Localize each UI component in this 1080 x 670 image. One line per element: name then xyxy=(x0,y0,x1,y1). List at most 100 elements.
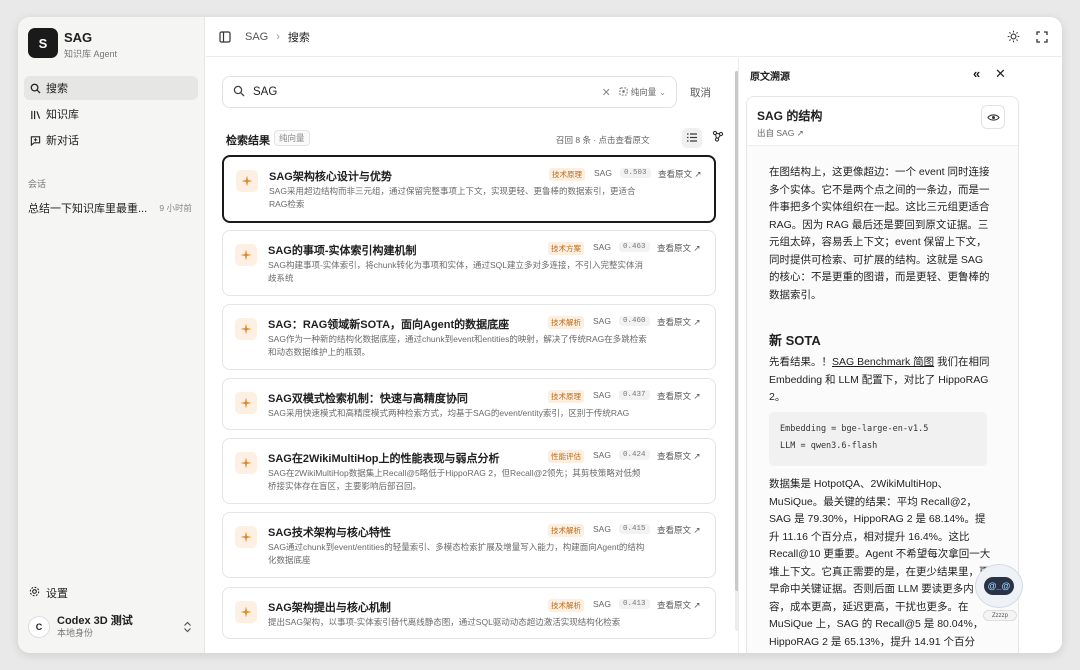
sidebar-item-library[interactable]: 知识库 xyxy=(24,102,198,126)
result-score: 0.463 xyxy=(619,242,650,252)
list-view-button[interactable] xyxy=(682,128,702,148)
source-origin-link[interactable]: 出自 SAG ↗ xyxy=(757,127,804,139)
result-card-selected[interactable]: SAG架构核心设计与优势 SAG采用超边结构而非三元组，通过保留完整事项上下文，… xyxy=(222,155,716,223)
user-role: 本地身份 xyxy=(57,628,94,638)
result-desc: SAG通过chunk到event/entities的轻量索引、多模态检索扩展及增… xyxy=(268,542,645,565)
breadcrumb-root[interactable]: SAG xyxy=(245,31,268,43)
sidebar-item-new-chat[interactable]: 新对话 xyxy=(24,128,198,152)
result-desc: SAG在2WikiMultiHop数据集上Recall@5略低于HippoRAG… xyxy=(268,468,641,491)
result-source: SAG xyxy=(594,168,612,178)
settings-label: 设置 xyxy=(46,588,68,600)
conversation-item[interactable]: 总结一下知识库里最重... 9 小时前 xyxy=(24,197,198,219)
result-score: 0.413 xyxy=(619,599,650,609)
result-card[interactable]: SAG在2WikiMultiHop上的性能表现与弱点分析 SAG在2WikiMu… xyxy=(222,438,716,504)
result-desc: SAG作为一种新的结构化数据底座，通过chunk到event和entities的… xyxy=(268,334,647,357)
close-icon[interactable]: ✕ xyxy=(995,66,1006,82)
mascot-face: @_@ xyxy=(984,577,1014,595)
gear-icon xyxy=(29,586,40,600)
result-score: 0.503 xyxy=(620,168,651,178)
benchmark-link[interactable]: SAG Benchmark 简图 xyxy=(832,356,934,368)
app-window: S SAG 知识库 Agent 搜索 知识库 新对话 会话 总结一下知识库里最重… xyxy=(18,17,1062,653)
result-source: SAG xyxy=(593,316,611,326)
user-profile[interactable]: C Codex 3D 测试 本地身份 xyxy=(24,612,198,642)
source-paragraph: 数据集是 HotpotQA、2WikiMultiHop、MuSiQue。最关键的… xyxy=(769,478,991,648)
user-name: Codex 3D 测试 xyxy=(57,615,133,627)
cancel-button[interactable]: 取消 xyxy=(690,85,711,100)
result-score: 0.460 xyxy=(619,316,650,326)
code-block: Embedding = bge-large-en-v1.5 LLM = qwen… xyxy=(769,412,987,466)
result-score: 0.415 xyxy=(619,524,650,534)
assistant-mascot[interactable]: @_@ Zzzzp xyxy=(973,562,1025,630)
top-bar: SAG › 搜索 xyxy=(206,17,1062,57)
sidebar-item-label: 新对话 xyxy=(46,135,79,147)
result-source: SAG xyxy=(593,599,611,609)
result-title: SAG架构核心设计与优势 xyxy=(269,171,392,183)
search-input[interactable]: SAG xyxy=(253,86,602,98)
result-card[interactable]: SAG技术架构与核心特性 SAG通过chunk到event/entities的轻… xyxy=(222,512,716,578)
result-source: SAG xyxy=(593,242,611,252)
chevron-down-icon: ⌄ xyxy=(659,87,666,97)
theme-toggle-icon[interactable] xyxy=(1007,30,1020,48)
result-tag-badge: 性能评估 xyxy=(548,450,584,463)
view-original-link[interactable]: 查看原文 ↗ xyxy=(657,390,700,402)
view-original-link[interactable]: 查看原文 ↗ xyxy=(657,316,700,328)
app-logo: S xyxy=(28,28,58,58)
result-title: SAG：RAG领域新SOTA，面向Agent的数据底座 xyxy=(268,319,510,331)
settings-button[interactable]: 设置 xyxy=(24,582,68,604)
result-desc: 提出SAG架构，以事项-实体索引替代离线静态图，通过SQL驱动动态超边激活实现结… xyxy=(268,617,621,627)
sparkle-icon xyxy=(236,170,258,192)
conversation-time: 9 小时前 xyxy=(159,203,192,213)
list-icon xyxy=(687,129,697,147)
search-box[interactable]: SAG ✕ 纯向量 ⌄ xyxy=(222,76,677,108)
result-card[interactable]: SAG架构提出与核心机制 提出SAG架构，以事项-实体索引替代离线静态图，通过S… xyxy=(222,587,716,639)
fullscreen-icon[interactable] xyxy=(1036,30,1048,48)
result-title: SAG的事项-实体索引构建机制 xyxy=(268,245,417,257)
avatar: C xyxy=(28,616,50,638)
result-tag-badge: 技术解析 xyxy=(548,524,584,537)
code-line: LLM = qwen3.6-flash xyxy=(780,441,878,451)
result-card[interactable]: SAG双模式检索机制：快速与高精度协同 SAG采用快速模式和高精度模式两种检索方… xyxy=(222,378,716,430)
result-source: SAG xyxy=(593,524,611,534)
collapse-icon[interactable]: « xyxy=(973,66,980,81)
view-original-link[interactable]: 查看原文 ↗ xyxy=(657,450,700,462)
sparkle-icon xyxy=(235,318,257,340)
sidebar-toggle-icon[interactable] xyxy=(219,30,231,43)
search-icon xyxy=(233,85,245,100)
search-mode-label: 纯向量 xyxy=(630,87,657,97)
conversations-section-label: 会话 xyxy=(28,179,47,189)
eye-icon[interactable] xyxy=(981,105,1005,129)
result-tag-badge: 技术原理 xyxy=(548,390,584,403)
result-desc: SAG采用快速模式和高精度模式两种检索方式，均基于SAG的event/entit… xyxy=(268,408,630,418)
graph-icon xyxy=(712,129,724,147)
sparkle-icon xyxy=(235,601,257,623)
sidebar-item-label: 知识库 xyxy=(46,109,79,121)
search-mode-select[interactable]: 纯向量 ⌄ xyxy=(619,86,666,98)
conversation-title: 总结一下知识库里最重... xyxy=(28,203,148,215)
source-title: SAG 的结构 xyxy=(757,109,823,123)
view-original-link[interactable]: 查看原文 ↗ xyxy=(657,599,700,611)
result-title: SAG双模式检索机制：快速与高精度协同 xyxy=(268,393,468,405)
results-mode-tag: 纯向量 xyxy=(274,130,310,146)
result-desc: SAG采用超边结构而非三元组，通过保留完整事项上下文，实现更轻、更鲁棒的数据索引… xyxy=(269,186,636,209)
sidebar-item-search[interactable]: 搜索 xyxy=(24,76,198,100)
sparkle-icon xyxy=(235,526,257,548)
result-title: SAG在2WikiMultiHop上的性能表现与弱点分析 xyxy=(268,453,500,465)
view-original-link[interactable]: 查看原文 ↗ xyxy=(657,524,700,536)
result-card[interactable]: SAG：RAG领域新SOTA，面向Agent的数据底座 SAG作为一种新的结构化… xyxy=(222,304,716,370)
source-paragraph: 先看结果。！SAG Benchmark 简图 我们在相同 Embedding 和… xyxy=(769,354,991,407)
result-tag-badge: 技术原理 xyxy=(549,168,585,181)
app-name: SAG xyxy=(64,30,93,45)
view-original-link[interactable]: 查看原文 ↗ xyxy=(658,168,701,180)
source-heading: 新 SOTA xyxy=(769,333,821,348)
graph-view-button[interactable] xyxy=(708,128,728,148)
clear-icon[interactable]: ✕ xyxy=(602,86,611,99)
code-line: Embedding = bge-large-en-v1.5 xyxy=(780,424,929,434)
result-score: 0.437 xyxy=(619,390,650,400)
para-prefix: 先看结果。！ xyxy=(769,356,832,368)
view-original-link[interactable]: 查看原文 ↗ xyxy=(657,242,700,254)
breadcrumb-current: 搜索 xyxy=(287,31,310,44)
sparkle-icon xyxy=(235,244,257,266)
result-card[interactable]: SAG的事项-实体索引构建机制 SAG构建事项-实体索引，将chunk转化为事项… xyxy=(222,230,716,296)
result-source: SAG xyxy=(593,450,611,460)
result-tag-badge: 技术解析 xyxy=(548,316,584,329)
